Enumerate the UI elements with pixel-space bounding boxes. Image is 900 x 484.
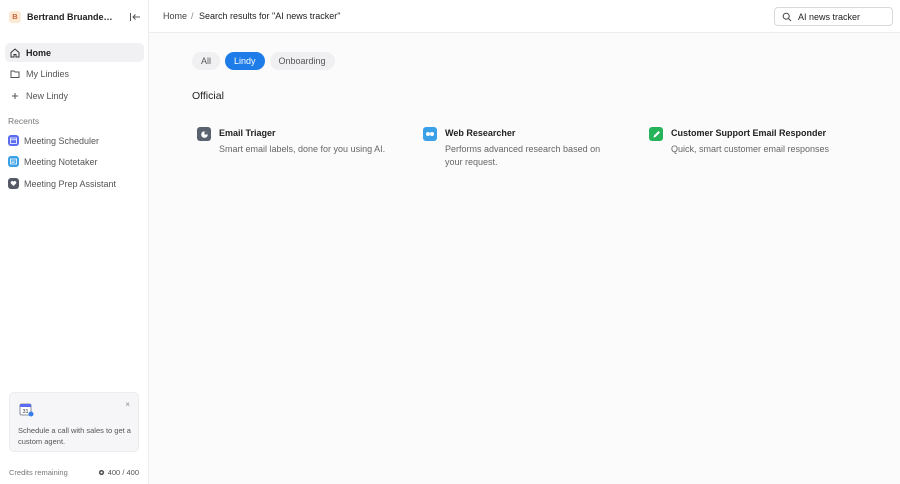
plus-icon <box>9 90 20 101</box>
recents-heading: Recents <box>8 116 40 126</box>
recent-item-label: Meeting Notetaker <box>24 156 98 167</box>
sales-promo-card: 31 × Schedule a call with sales to get a… <box>9 392 139 452</box>
filter-tabs: All Lindy Onboarding <box>192 52 340 70</box>
folder-icon <box>9 68 20 79</box>
recent-item-label: Meeting Scheduler <box>24 135 100 146</box>
tab-all[interactable]: All <box>192 52 221 70</box>
sidebar-item-label: Home <box>26 47 52 58</box>
recent-item-label: Meeting Prep Assistant <box>24 178 117 189</box>
sidebar-item-new-lindy[interactable]: New Lindy <box>5 86 144 105</box>
pencil-icon <box>649 127 663 141</box>
section-title: Official <box>192 90 224 102</box>
recent-item-meeting-scheduler[interactable]: Meeting Scheduler <box>5 131 144 150</box>
top-bar: Home / Search results for "AI news track… <box>149 0 900 33</box>
home-icon <box>9 47 20 58</box>
tab-onboarding[interactable]: Onboarding <box>269 52 335 70</box>
sidebar-item-home[interactable]: Home <box>5 43 144 62</box>
breadcrumb-home[interactable]: Home <box>163 11 187 21</box>
tab-lindy[interactable]: Lindy <box>225 52 265 70</box>
card-description: Performs advanced research based on your… <box>445 144 601 167</box>
search-icon <box>782 12 792 21</box>
card-title: Customer Support Email Responder <box>671 128 827 138</box>
calendar-digit: 31 <box>22 409 28 415</box>
card-description: Smart email labels, done for you using A… <box>219 144 386 154</box>
gear-icon <box>98 469 104 476</box>
collapse-sidebar-icon[interactable] <box>129 11 141 23</box>
workspace-name: Bertrand Bruandet's... <box>27 11 115 22</box>
credits-count: 400 / 400 <box>107 468 139 477</box>
search-input[interactable] <box>798 11 888 22</box>
card-title: Web Researcher <box>445 128 516 138</box>
notes-icon <box>8 156 19 167</box>
breadcrumb-current: Search results for "AI news tracker" <box>199 11 341 21</box>
search-box[interactable] <box>774 7 893 26</box>
card-description: Quick, smart customer email responses <box>671 144 830 154</box>
recent-item-meeting-prep-assistant[interactable]: Meeting Prep Assistant <box>5 174 144 193</box>
card-title: Email Triager <box>219 128 276 138</box>
sidebar-item-label: New Lindy <box>26 90 69 101</box>
breadcrumb-separator: / <box>191 11 194 21</box>
sidebar-item-my-lindies[interactable]: My Lindies <box>5 64 144 83</box>
close-icon[interactable]: × <box>125 400 130 409</box>
web-researcher-icon <box>423 127 437 141</box>
credits-label: Credits remaining <box>9 468 68 477</box>
sidebar-item-label: My Lindies <box>26 68 70 79</box>
heart-icon <box>8 178 19 189</box>
workspace-avatar: B <box>9 10 21 23</box>
workspace-switcher[interactable]: B Bertrand Bruandet's... <box>0 0 149 33</box>
credits-value: 400 / 400 <box>98 468 139 477</box>
calendar-icon <box>8 135 19 146</box>
calendar-icon: 31 <box>19 403 34 417</box>
recent-item-meeting-notetaker[interactable]: Meeting Notetaker <box>5 152 144 171</box>
promo-text: Schedule a call with sales to get a cust… <box>18 426 131 446</box>
sidebar: B Bertrand Bruandet's... Home My Lindies… <box>0 0 149 484</box>
email-triager-icon <box>197 127 211 141</box>
